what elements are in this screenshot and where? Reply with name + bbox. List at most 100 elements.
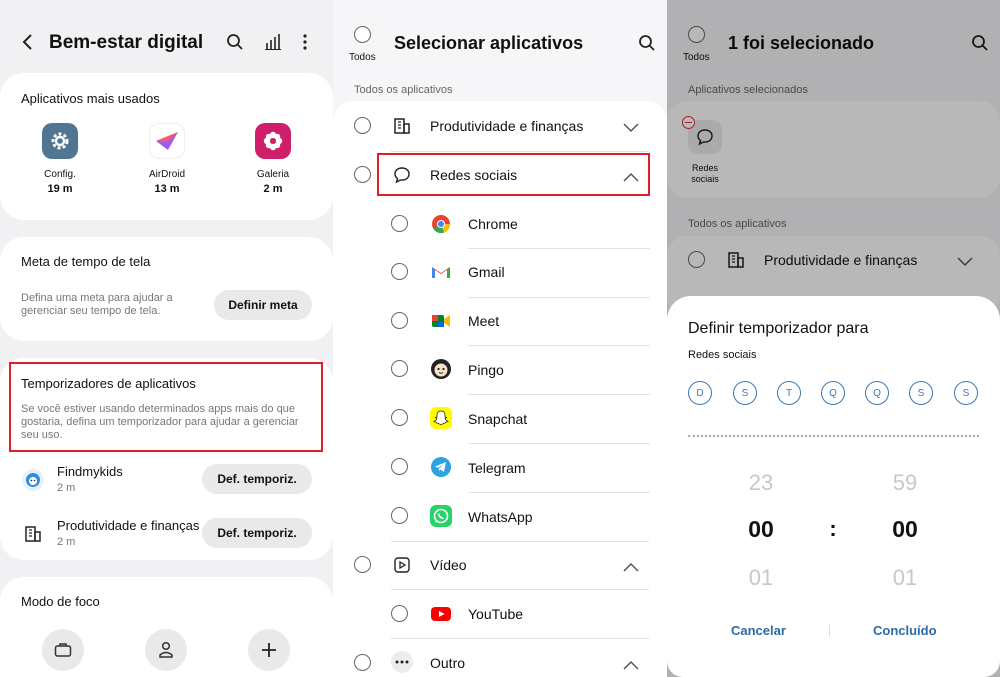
app-time: 19 m [47,183,73,195]
telegram-icon [430,456,452,478]
screen-goal-title: Meta de tempo de tela [21,254,151,269]
app-name: AirDroid [148,169,186,180]
divider [391,638,649,639]
digital-wellbeing-screen: Bem-estar digital Aplicativos mais usado… [0,0,333,677]
category-radio[interactable] [354,556,371,573]
app-name[interactable]: Chrome [468,216,518,232]
set-goal-button[interactable]: Definir meta [214,290,312,320]
more-options-icon[interactable] [293,30,317,54]
timer-app-name: Findmykids [57,464,123,479]
timer-app-time: 2 m [57,482,76,494]
app-gallery[interactable]: Galeria 2 m [233,123,313,195]
category-other[interactable]: Outro [430,655,465,671]
back-icon[interactable] [16,30,40,54]
gmail-icon [430,261,452,283]
app-name[interactable]: WhatsApp [468,509,533,525]
minutes-prev: 59 [892,470,918,495]
day-wednesday[interactable]: Q [821,381,845,405]
category-productivity[interactable]: Produtividade e finanças [430,118,583,134]
meet-icon [430,310,452,332]
select-all-radio[interactable] [354,26,371,43]
day-saturday[interactable]: S [954,381,978,405]
app-radio[interactable] [391,312,408,329]
work-mode-button[interactable] [42,629,84,671]
more-icon [391,651,413,673]
gallery-app-icon [255,123,291,159]
app-name: Config. [44,169,76,180]
timer-app-name: Produtividade e finanças [57,518,200,533]
snapchat-icon [430,407,452,429]
divider [468,248,650,249]
app-name[interactable]: Pingo [468,362,504,378]
app-radio[interactable] [391,215,408,232]
category-radio[interactable] [354,654,371,671]
building-icon [22,523,44,545]
youtube-icon [430,603,452,625]
hours-picker[interactable]: 00 [736,516,786,543]
building-icon [391,115,413,137]
day-monday[interactable]: S [733,381,757,405]
screen-goal-card: Meta de tempo de tela Defina uma meta pa… [0,237,333,341]
add-mode-button[interactable] [248,629,290,671]
divider [468,345,650,346]
hours-next: 01 [748,565,774,590]
day-sunday[interactable]: D [688,381,712,405]
search-icon[interactable] [223,30,247,54]
hours-prev: 23 [748,470,774,495]
video-icon [391,554,413,576]
app-airdroid[interactable]: AirDroid 13 m [127,123,207,195]
app-radio[interactable] [391,458,408,475]
divider [468,443,650,444]
app-radio[interactable] [391,360,408,377]
divider [391,541,649,542]
category-radio[interactable] [354,117,371,134]
settings-app-icon [42,123,78,159]
screen-goal-desc: Defina uma meta para ajudar a gerenciar … [21,292,173,317]
divider [468,394,650,395]
cancel-button[interactable]: Cancelar [731,623,786,638]
focus-mode-title: Modo de foco [21,594,100,609]
search-icon[interactable] [635,31,659,55]
airdroid-app-icon [149,123,185,159]
timer-screen: Todos 1 foi selecionado Aplicativos sele… [667,0,1000,677]
chevron-down-icon[interactable] [623,120,639,134]
personal-mode-button[interactable] [145,629,187,671]
header: Bem-estar digital [0,0,333,72]
chevron-up-icon[interactable] [623,559,639,573]
day-tuesday[interactable]: T [777,381,801,405]
minutes-next: 01 [892,565,918,590]
divider [468,297,650,298]
app-radio[interactable] [391,409,408,426]
app-name[interactable]: YouTube [468,606,523,622]
dotted-divider [688,435,979,437]
page-title: Selecionar aplicativos [394,33,584,53]
set-timer-button[interactable]: Def. temporiz. [202,518,312,548]
timer-sheet: Definir temporizador para Redes sociais [667,296,1000,677]
page-title: Bem-estar digital [49,32,204,53]
app-radio[interactable] [391,605,408,622]
app-settings[interactable]: Config. 19 m [20,123,100,195]
chart-icon[interactable] [261,30,285,54]
time-separator: : [829,516,837,541]
app-name[interactable]: Meet [468,313,499,329]
app-time: 13 m [154,183,180,195]
app-name[interactable]: Gmail [468,264,505,280]
category-radio[interactable] [354,166,371,183]
app-name[interactable]: Telegram [468,460,526,476]
app-name[interactable]: Snapchat [468,411,527,427]
most-used-card: Aplicativos mais usados Config. 19 m Air… [0,73,333,220]
app-radio[interactable] [391,263,408,280]
day-thursday[interactable]: Q [865,381,889,405]
set-timer-button[interactable]: Def. temporiz. [202,464,312,494]
minutes-picker[interactable]: 00 [880,516,930,543]
category-video[interactable]: Vídeo [430,557,467,573]
chevron-up-icon[interactable] [623,657,639,671]
chrome-icon [430,213,452,235]
select-apps-screen: Todos Selecionar aplicativos Todos os ap… [333,0,667,677]
done-button[interactable]: Concluído [873,623,937,638]
select-all-label: Todos [349,52,376,63]
divider [391,151,649,152]
day-friday[interactable]: S [909,381,933,405]
app-radio[interactable] [391,507,408,524]
app-name: Galeria [256,169,290,180]
